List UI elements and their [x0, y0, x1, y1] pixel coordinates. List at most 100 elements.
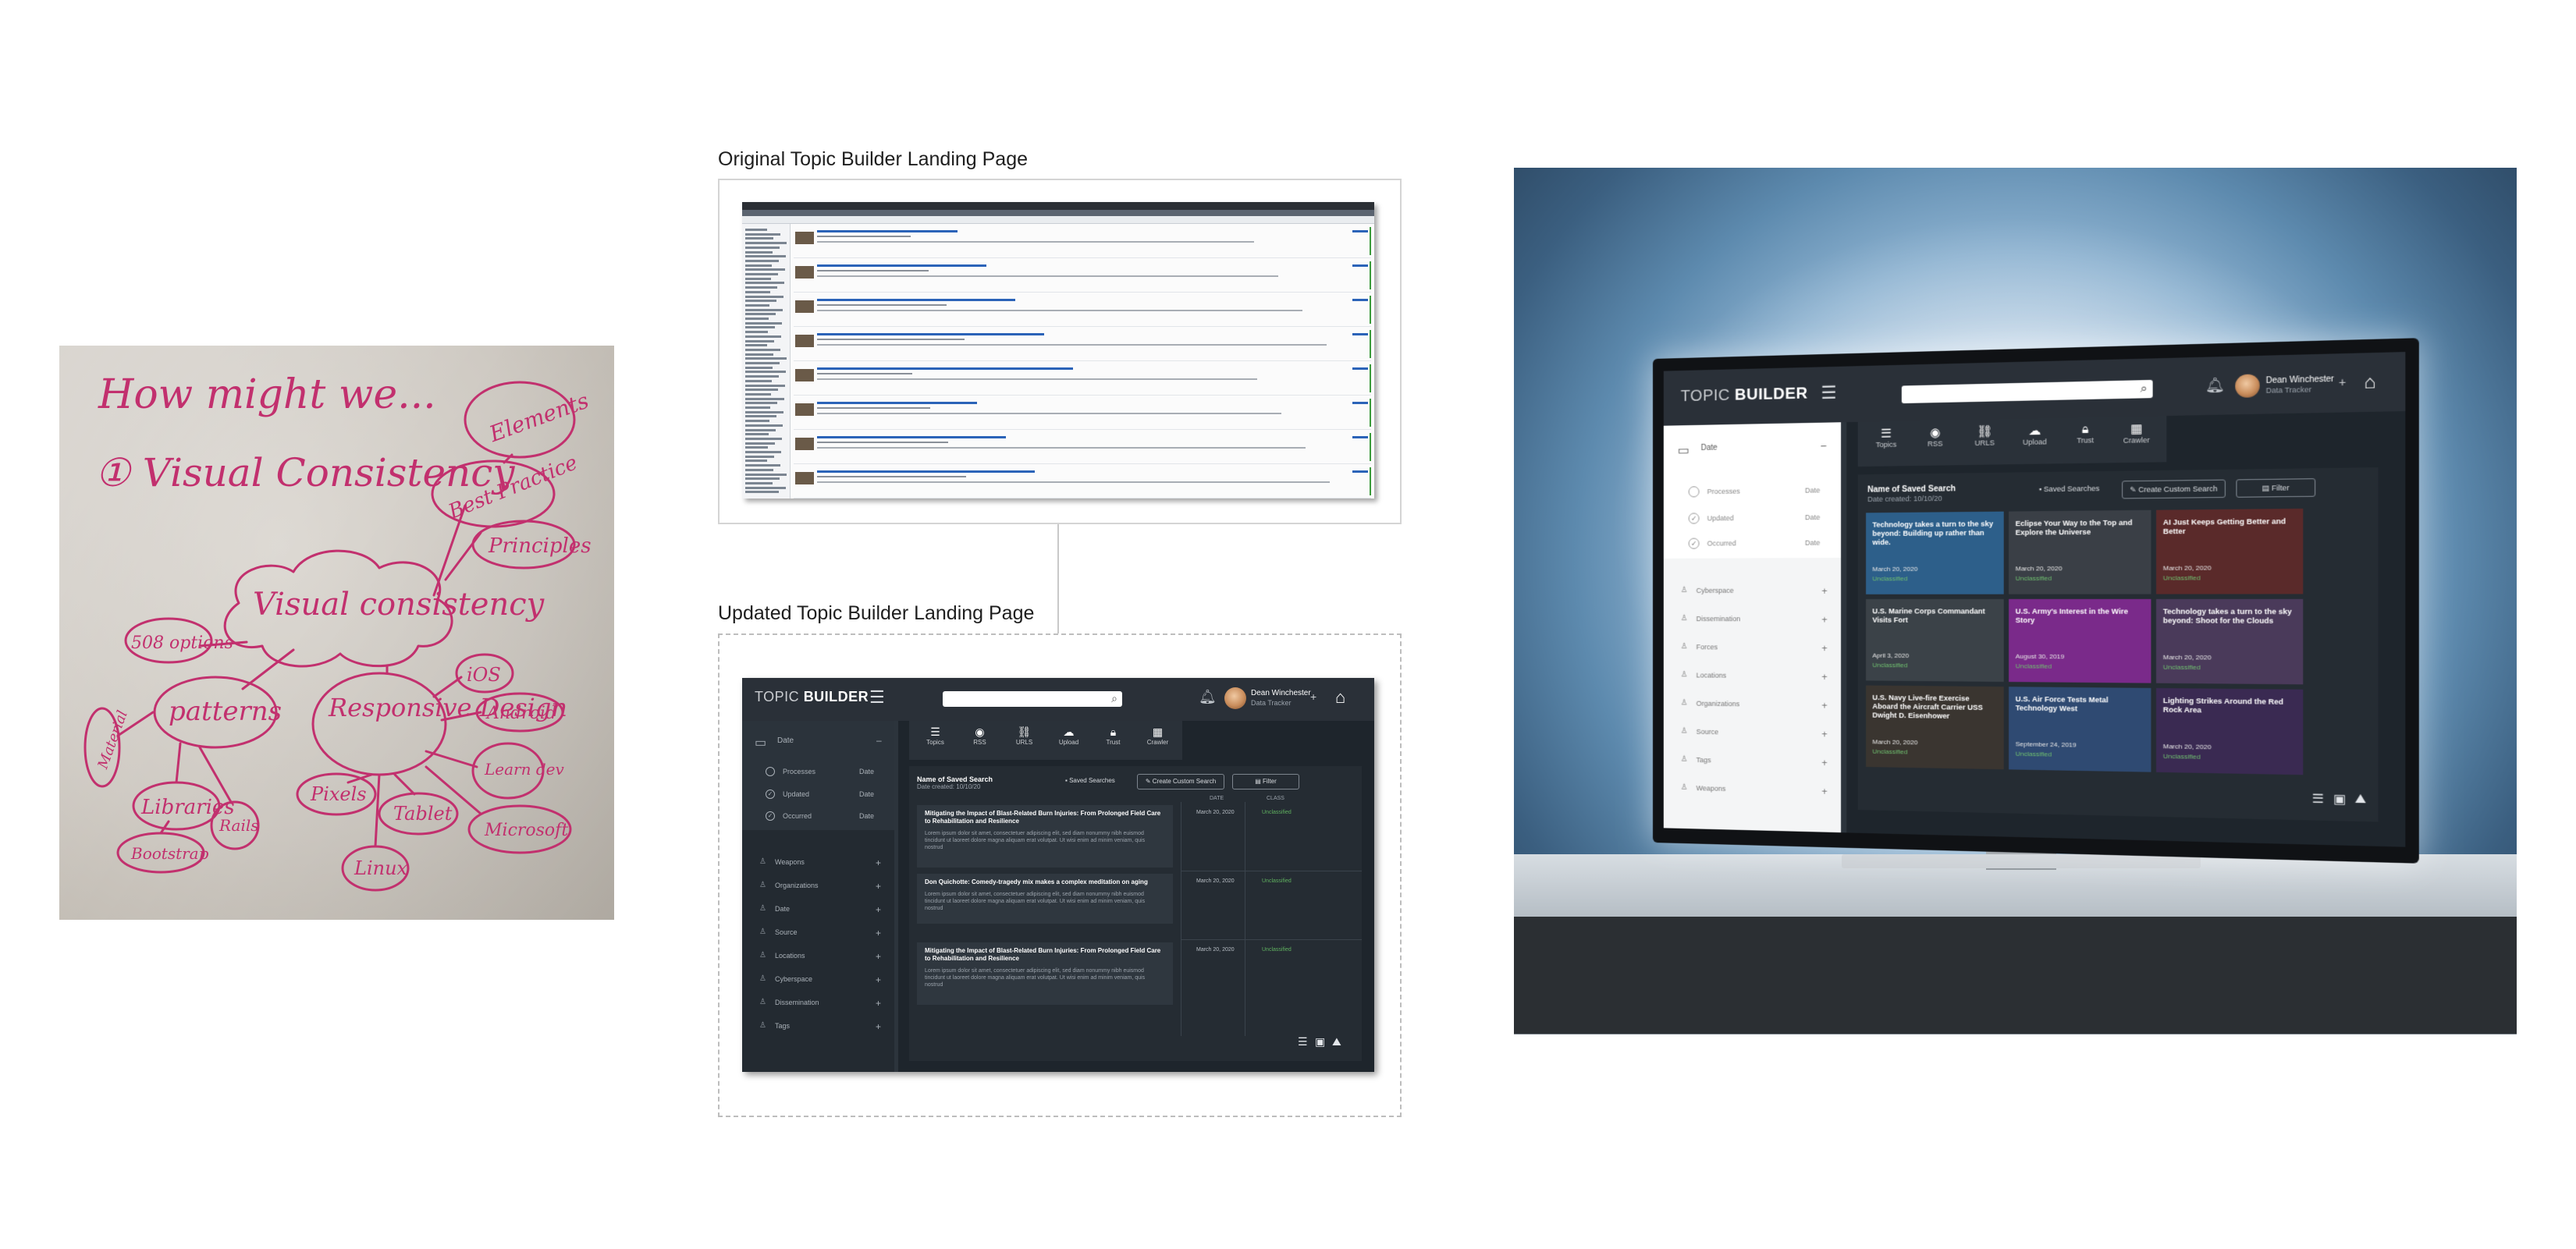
orig-nav-row[interactable] [745, 366, 773, 369]
orig-result-row[interactable] [794, 363, 1371, 396]
orig-nav-row[interactable] [745, 273, 778, 275]
orig-nav-row[interactable] [745, 362, 780, 364]
facet-cyberspace[interactable]: Cyberspace [775, 975, 812, 983]
orig-nav-row[interactable] [745, 455, 774, 458]
add-facet-icon[interactable]: + [876, 928, 881, 939]
mon-facet-dissemination[interactable]: Dissemination [1697, 615, 1741, 623]
mon-facet-weapons[interactable]: Weapons [1697, 784, 1726, 793]
orig-nav-row[interactable] [745, 392, 771, 396]
orig-nav-row[interactable] [745, 402, 777, 405]
news-tile[interactable]: U.S. Air Force Tests Metal Technology We… [2009, 687, 2151, 772]
orig-nav-row[interactable] [745, 451, 781, 453]
orig-nav-row[interactable] [745, 371, 786, 374]
tab-rss[interactable]: ◉ RSS [960, 726, 1000, 746]
news-tile[interactable]: U.S. Navy Live-fire Exercise Aboard the … [1866, 685, 2004, 770]
mon-search-icon[interactable]: ⌕ [2141, 381, 2148, 396]
mon-facet-organizations[interactable]: Organizations [1697, 700, 1740, 708]
mon-facet-forces[interactable]: Forces [1697, 643, 1718, 651]
orig-nav-row[interactable] [745, 379, 772, 382]
mon-tab-topics[interactable]: ☰ Topics [1864, 426, 1908, 449]
mon-add-facet-icon[interactable]: + [1821, 614, 1827, 625]
tab-urls[interactable]: ⛓ URLS [1004, 726, 1044, 746]
orig-nav-row[interactable] [745, 353, 773, 356]
mon-saved-searches-button[interactable]: ▪ Saved Searches [2039, 484, 2100, 493]
orig-nav-row[interactable] [745, 420, 769, 423]
home-icon[interactable]: ⌂ [1335, 687, 1345, 708]
orig-nav-row[interactable] [745, 277, 771, 280]
orig-nav-row[interactable] [745, 424, 783, 427]
orig-nav-row[interactable] [745, 442, 775, 445]
result-title[interactable]: Mitigating the Impact of Blast-Related B… [925, 947, 1167, 963]
facet-organizations[interactable]: Organizations [775, 882, 819, 889]
mon-menu-icon[interactable]: ☰ [1821, 382, 1836, 403]
mon-check-occurred[interactable]: ✓ [1688, 538, 1700, 549]
mon-avatar[interactable] [2235, 374, 2260, 398]
orig-nav-row[interactable] [745, 259, 779, 262]
orig-nav-row[interactable] [745, 357, 787, 360]
mon-collapse-icon[interactable]: – [1821, 440, 1826, 451]
mon-search-input[interactable]: ⌕ [1901, 379, 2153, 404]
orig-nav-row[interactable] [745, 246, 780, 249]
menu-icon[interactable]: ☰ [869, 687, 885, 708]
orig-nav-row[interactable] [745, 473, 787, 476]
mon-add-facet-icon[interactable]: + [1821, 700, 1827, 711]
add-facet-icon[interactable]: + [876, 904, 881, 915]
orig-result-row[interactable] [794, 328, 1371, 361]
mon-add-facet-icon[interactable]: + [1821, 786, 1827, 797]
radio-processes[interactable] [766, 767, 775, 776]
mon-bell-icon[interactable]: 🔔︎ [2205, 377, 2225, 395]
orig-nav-row[interactable] [745, 428, 776, 431]
mon-filter-button[interactable]: ▤ Filter [2236, 478, 2316, 498]
tile-title[interactable]: AI Just Keeps Getting Better and Better [2163, 517, 2296, 537]
bell-icon[interactable]: 🔔︎ [1199, 689, 1217, 705]
list-view-icon[interactable]: ☰ [1298, 1035, 1308, 1049]
mon-check-updated[interactable]: ✓ [1688, 513, 1700, 524]
tile-title[interactable]: Technology takes a turn to the sky beyon… [2163, 607, 2296, 626]
add-facet-icon[interactable]: + [876, 881, 881, 892]
mon-tab-crawler[interactable]: ▦ Crawler [2113, 421, 2159, 445]
check-updated[interactable]: ✓ [766, 789, 775, 799]
news-tile[interactable]: Technology takes a turn to the sky beyon… [2156, 598, 2304, 685]
orig-nav-row[interactable] [745, 481, 773, 484]
tab-crawler[interactable]: ▦ Crawler [1138, 726, 1178, 746]
orig-nav-row[interactable] [745, 397, 784, 400]
orig-nav-row[interactable] [745, 446, 768, 449]
mon-facet-source[interactable]: Source [1697, 728, 1719, 736]
collapse-icon[interactable]: – [876, 735, 882, 746]
mon-image-view-icon[interactable]: ▣ [2333, 791, 2346, 807]
orig-nav-row[interactable] [745, 486, 786, 489]
mon-facet-locations[interactable]: Locations [1697, 671, 1727, 679]
orig-nav-row[interactable] [745, 415, 776, 418]
orig-result-row[interactable] [794, 225, 1371, 258]
orig-title-line[interactable] [817, 264, 986, 267]
orig-result-row[interactable] [794, 397, 1371, 430]
orig-nav-row[interactable] [745, 460, 767, 463]
mon-map-view-icon[interactable]: ⛰ [2355, 792, 2367, 807]
result-title[interactable]: Mitigating the Impact of Blast-Related B… [925, 810, 1167, 825]
orig-result-row[interactable] [794, 294, 1371, 327]
facet-source[interactable]: Source [775, 928, 798, 936]
news-tile[interactable]: AI Just Keeps Getting Better and Better M… [2156, 508, 2304, 594]
avatar[interactable] [1224, 687, 1246, 709]
orig-nav-row[interactable] [745, 229, 767, 231]
facet-tags[interactable]: Tags [775, 1022, 790, 1030]
tile-title[interactable]: U.S. Marine Corps Commandant Visits Fort [1872, 607, 1997, 625]
orig-nav-row[interactable] [745, 477, 780, 481]
orig-nav-row[interactable] [745, 348, 780, 351]
facet-dissemination[interactable]: Dissemination [775, 999, 819, 1006]
orig-nav-row[interactable] [745, 308, 783, 311]
add-facet-icon[interactable]: + [876, 1021, 881, 1032]
mon-radio-processes[interactable] [1688, 486, 1700, 498]
orig-title-line[interactable] [817, 333, 1044, 335]
orig-result-row[interactable] [794, 431, 1371, 464]
orig-nav-row[interactable] [745, 282, 784, 285]
result-title[interactable]: Don Quichotte: Comedy-tragedy mix makes … [925, 878, 1167, 886]
add-facet-icon[interactable]: + [876, 998, 881, 1009]
orig-nav-row[interactable] [745, 410, 783, 413]
tile-title[interactable]: U.S. Navy Live-fire Exercise Aboard the … [1872, 694, 1997, 722]
orig-nav-row[interactable] [745, 268, 785, 271]
orig-nav-row[interactable] [745, 437, 782, 440]
orig-result-row[interactable] [794, 260, 1371, 293]
map-view-icon[interactable]: ⛰ [1332, 1035, 1341, 1049]
mon-create-custom-search-button[interactable]: ✎ Create Custom Search [2122, 479, 2226, 499]
